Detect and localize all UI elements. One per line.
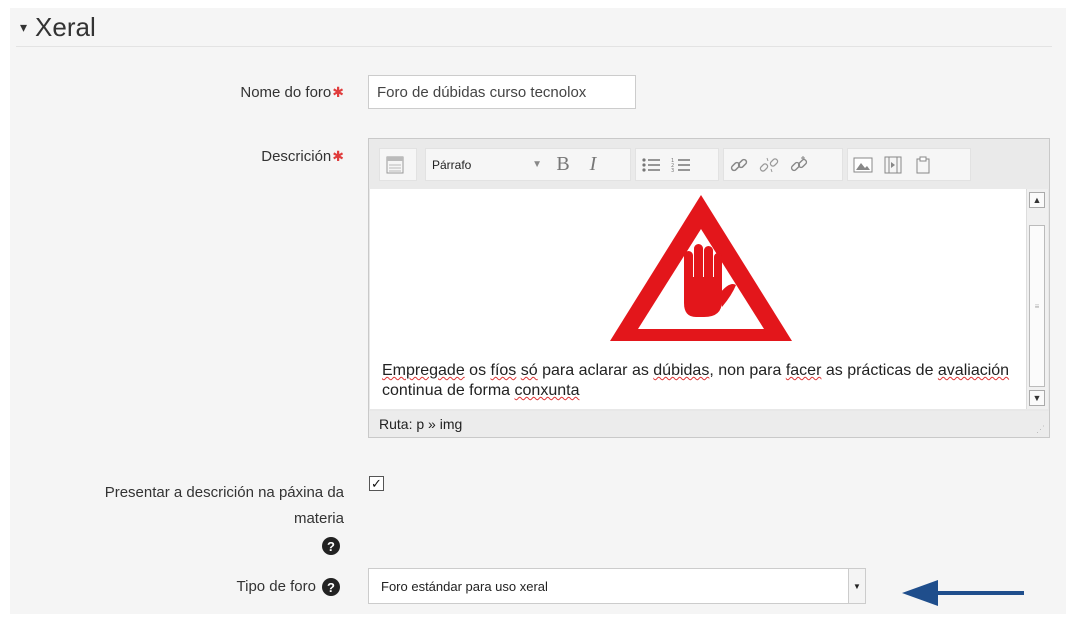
section-header-general[interactable]: ▾ Xeral	[20, 12, 96, 43]
section-title: Xeral	[35, 12, 96, 42]
misspelled-word: dúbidas	[653, 362, 710, 379]
toolbar-group-media	[847, 148, 971, 181]
editor-status-path: Ruta: p » img	[369, 411, 1049, 437]
forum-type-label-text: Tipo de foro	[236, 578, 317, 595]
paste-icon[interactable]	[908, 149, 938, 180]
dropdown-arrow-icon: ▼	[848, 569, 865, 603]
description-editor[interactable]: Párrafo ▼ B I 123 Empregade os fíos só p…	[368, 138, 1050, 438]
show-description-checkbox[interactable]: ✓	[369, 476, 384, 491]
required-icon: ✱	[332, 84, 344, 100]
misspelled-word: facer	[785, 362, 822, 379]
scroll-up-icon[interactable]: ▲	[1029, 192, 1045, 208]
ordered-list-icon[interactable]: 123	[666, 149, 696, 180]
toolbar-group-links	[723, 148, 843, 181]
resize-grip-icon[interactable]: ⋰	[1036, 424, 1046, 434]
misspelled-word: Empregade	[382, 362, 465, 379]
forum-type-label: Tipo de foro	[237, 578, 317, 595]
description-label: Descrición✱	[261, 148, 344, 165]
help-icon[interactable]: ?	[322, 578, 340, 596]
show-description-label: Presentar a descrición na páxina da mate…	[105, 480, 344, 532]
section-divider	[16, 46, 1052, 47]
forum-name-label: Nome do foro✱	[240, 84, 344, 101]
forum-name-label-text: Nome do foro	[240, 84, 332, 101]
editor-text-fragment: para aclarar as	[537, 362, 654, 379]
misspelled-word: só	[520, 362, 538, 379]
editor-vertical-scrollbar[interactable]: ▲ ≡ ▼	[1026, 189, 1048, 409]
svg-text:3: 3	[671, 168, 674, 173]
collapse-icon[interactable]	[380, 149, 410, 180]
show-description-label-line2: materia	[293, 510, 344, 527]
misspelled-word: conxunta	[514, 382, 580, 399]
stop-hand-sign-image[interactable]	[604, 189, 798, 347]
forum-type-value: Foro estándar para uso xeral	[381, 579, 548, 594]
italic-icon[interactable]: I	[578, 149, 608, 180]
editor-text-fragment: os	[464, 362, 491, 379]
anchor-icon[interactable]	[784, 149, 814, 180]
forum-type-select[interactable]: Foro estándar para uso xeral ▼	[368, 568, 866, 604]
editor-content-area[interactable]: Empregade os fíos só para aclarar as dúb…	[370, 189, 1026, 409]
paragraph-format-select[interactable]: Párrafo ▼	[426, 158, 548, 172]
help-icon[interactable]: ?	[322, 537, 340, 555]
description-label-text: Descrición	[261, 148, 332, 165]
caret-down-icon: ▾	[20, 19, 28, 35]
format-select-value: Párrafo	[432, 157, 472, 172]
editor-toolbar: Párrafo ▼ B I 123	[369, 139, 1049, 189]
dropdown-arrow-icon: ▼	[532, 159, 542, 170]
link-icon[interactable]	[724, 149, 754, 180]
toolbar-group-collapse	[379, 148, 417, 181]
misspelled-word: fíos	[490, 362, 517, 379]
forum-name-input[interactable]	[368, 75, 636, 109]
misspelled-word: avaliación	[937, 362, 1010, 379]
editor-text-fragment: , non para	[709, 362, 786, 379]
status-path-text: Ruta: p » img	[379, 416, 463, 432]
scroll-thumb[interactable]: ≡	[1029, 225, 1045, 387]
editor-text-fragment: as prácticas de	[821, 362, 938, 379]
media-icon[interactable]	[878, 149, 908, 180]
scroll-down-icon[interactable]: ▼	[1029, 390, 1045, 406]
editor-text[interactable]: Empregade os fíos só para aclarar as dúb…	[382, 361, 1012, 401]
bold-icon[interactable]: B	[548, 149, 578, 180]
unlink-icon[interactable]	[754, 149, 784, 180]
pointer-arrow-icon	[902, 580, 1024, 606]
toolbar-group-lists: 123	[635, 148, 719, 181]
toolbar-group-format: Párrafo ▼ B I	[425, 148, 631, 181]
image-icon[interactable]	[848, 149, 878, 180]
required-icon: ✱	[332, 148, 344, 164]
editor-text-fragment: continua de forma	[382, 382, 515, 399]
unordered-list-icon[interactable]	[636, 149, 666, 180]
show-description-label-line1: Presentar a descrición na páxina da	[104, 484, 344, 501]
